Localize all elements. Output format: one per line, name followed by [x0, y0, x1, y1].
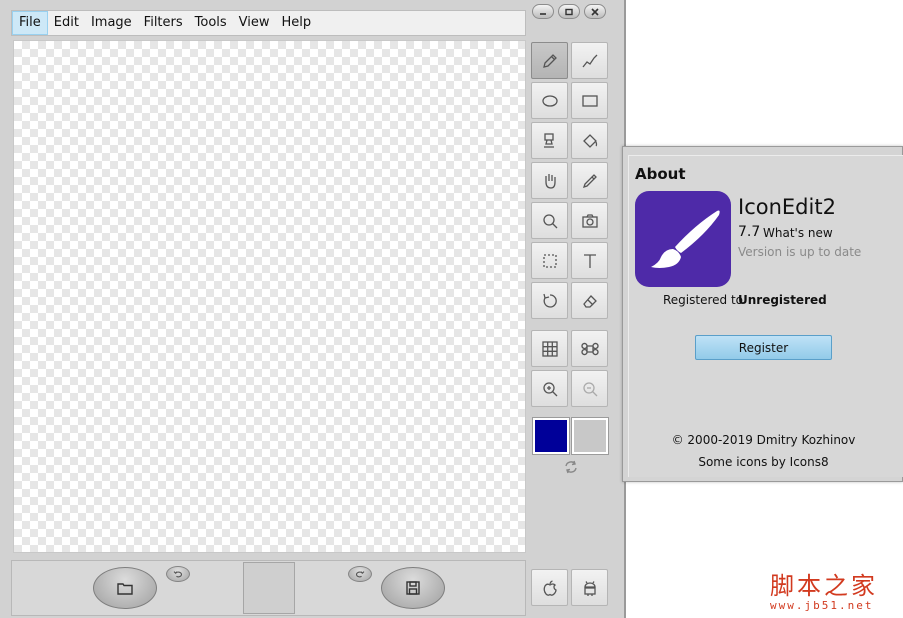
registered-value: Unregistered: [738, 293, 827, 307]
eyedropper-icon: [582, 173, 597, 188]
minimize-icon: [540, 12, 546, 15]
menu-image[interactable]: Image: [85, 11, 138, 35]
zoom-out-icon: [582, 381, 597, 396]
open-folder-icon: [117, 583, 133, 595]
command-tool-button[interactable]: [571, 330, 608, 367]
main-window: File Edit Image Filters Tools View Help: [0, 0, 626, 618]
registered-label: Registered to: [663, 293, 744, 307]
camera-icon: [581, 213, 598, 228]
copyright-text: © 2000-2019 Dmitry Kozhinov: [671, 433, 856, 447]
icon-preview: [243, 562, 295, 614]
redo-button[interactable]: [348, 566, 372, 582]
fill-tool-button[interactable]: [571, 122, 608, 159]
primary-color-swatch[interactable]: [532, 417, 570, 455]
secondary-color-swatch[interactable]: [571, 417, 609, 455]
fill-bucket-icon: [582, 133, 597, 148]
hand-tool-button[interactable]: [531, 162, 568, 199]
grid-tool-button[interactable]: [531, 330, 568, 367]
app-logo: [635, 191, 731, 287]
stamp-tool-button[interactable]: [531, 122, 568, 159]
ellipse-icon: [541, 94, 558, 107]
selection-tool-button[interactable]: [531, 242, 568, 279]
icons-credit-text: Some icons by Icons8: [698, 455, 829, 469]
line-tool-button[interactable]: [571, 42, 608, 79]
eraser-icon: [582, 294, 597, 308]
magnifier-tool-button[interactable]: [531, 202, 568, 239]
swap-colors-button[interactable]: [562, 458, 580, 476]
restore-button[interactable]: [558, 4, 580, 19]
watermark-url: www.jb51.net: [770, 599, 874, 612]
app-name: IconEdit2: [738, 195, 836, 219]
save-icon: [406, 581, 420, 595]
stamp-icon: [543, 132, 554, 148]
menu-file[interactable]: File: [12, 11, 48, 35]
android-platform-button[interactable]: [571, 569, 608, 606]
zoom-in-icon: [542, 381, 557, 396]
rotate-icon: [542, 293, 557, 308]
hand-icon: [544, 173, 556, 189]
bottom-bar: [11, 560, 526, 616]
zoom-in-button[interactable]: [531, 370, 568, 407]
eyedropper-tool-button[interactable]: [571, 162, 608, 199]
menu-tools[interactable]: Tools: [189, 11, 233, 35]
update-status: Version is up to date: [738, 245, 862, 259]
undo-icon: [173, 571, 183, 578]
swap-colors-icon: [565, 460, 577, 474]
selection-icon: [542, 253, 557, 268]
minimize-button[interactable]: [532, 4, 554, 19]
text-tool-button[interactable]: [571, 242, 608, 279]
screen: File Edit Image Filters Tools View Help: [0, 0, 903, 618]
close-icon: [591, 7, 599, 16]
drawing-canvas[interactable]: [13, 40, 526, 553]
save-button[interactable]: [381, 567, 445, 609]
line-icon: [581, 54, 597, 67]
pencil-tool-button[interactable]: [531, 42, 568, 79]
ellipse-tool-button[interactable]: [531, 82, 568, 119]
watermark-text: 脚本之家: [770, 572, 878, 600]
close-button[interactable]: [584, 4, 606, 19]
watermark: 脚本之家 www.jb51.net: [770, 566, 900, 616]
menu-filters[interactable]: Filters: [138, 11, 189, 35]
redo-icon: [355, 571, 365, 578]
menu-edit[interactable]: Edit: [48, 11, 85, 35]
paintbrush-icon: [651, 210, 720, 268]
window-controls: [532, 4, 606, 19]
menu-help[interactable]: Help: [276, 11, 318, 35]
whats-new-link[interactable]: What's new: [763, 226, 833, 240]
camera-tool-button[interactable]: [571, 202, 608, 239]
about-title: About: [635, 165, 686, 183]
rectangle-icon: [581, 94, 598, 107]
text-icon: [583, 253, 596, 268]
eraser-tool-button[interactable]: [571, 282, 608, 319]
about-dialog: About IconEdit2 7.7 What's new Version i…: [622, 146, 903, 482]
rectangle-tool-button[interactable]: [571, 82, 608, 119]
menu-view[interactable]: View: [233, 11, 276, 35]
apple-platform-button[interactable]: [531, 569, 568, 606]
menu-bar: File Edit Image Filters Tools View Help: [11, 10, 526, 36]
undo-button[interactable]: [166, 566, 190, 582]
command-icon: [580, 342, 599, 355]
zoom-out-button[interactable]: [571, 370, 608, 407]
rotate-tool-button[interactable]: [531, 282, 568, 319]
grid-icon: [541, 340, 558, 357]
apple-icon: [543, 579, 557, 596]
app-version: 7.7: [738, 224, 761, 240]
magnifier-icon: [542, 213, 557, 228]
open-button[interactable]: [93, 567, 157, 609]
restore-icon: [565, 8, 573, 15]
register-button[interactable]: Register: [695, 335, 832, 360]
android-icon: [583, 580, 596, 596]
pencil-icon: [542, 53, 557, 68]
